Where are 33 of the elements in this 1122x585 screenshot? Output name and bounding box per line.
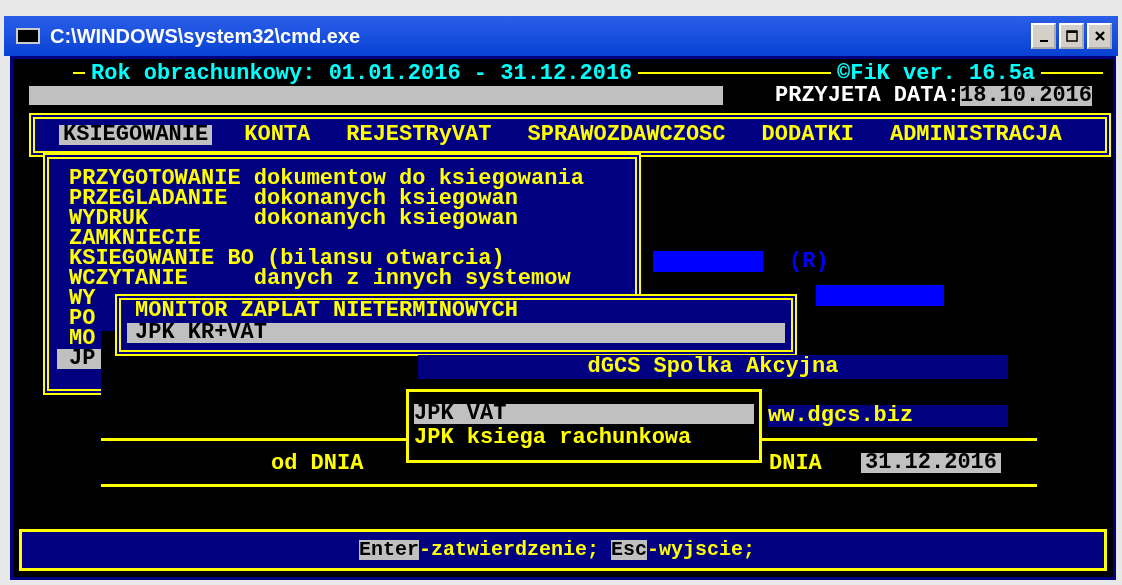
close-icon <box>1093 30 1106 42</box>
jpk-type-item[interactable]: JPK VAT <box>414 404 754 424</box>
key-hint: Enter <box>358 540 419 560</box>
submenu-item[interactable]: PRZYGOTOWANIE dokumentow do ksiegowania <box>57 169 584 189</box>
window-title: C:\WINDOWS\system32\cmd.exe <box>50 24 361 48</box>
key-hint: Esc <box>611 540 647 560</box>
submenu-item[interactable]: WCZYTANIE danych z innych systemow <box>57 269 571 289</box>
minimize-icon <box>1039 40 1048 42</box>
menu-item[interactable]: KSIEGOWANIE <box>59 125 213 145</box>
minimize-button[interactable] <box>1031 23 1056 49</box>
menu-item[interactable]: KONTA <box>240 125 315 145</box>
accepted-date-field: 18.10.2016 <box>960 86 1093 106</box>
to-date-field: 31.12.2016 <box>861 453 1002 473</box>
website-text: ww.dgcs.biz <box>768 405 1008 427</box>
menu-item[interactable]: REJESTRyVAT <box>342 125 496 145</box>
maximize-button[interactable] <box>1059 23 1084 49</box>
submenu-item[interactable]: WYDRUK dokonanych ksiegowan <box>57 209 518 229</box>
key-hint-text: -wyjscie; <box>647 540 756 560</box>
menu-item[interactable]: ADMINISTRACJA <box>885 125 1066 145</box>
submenu-item[interactable]: ZAMKNIECIE <box>57 229 254 249</box>
jpk-menu-item[interactable]: MONITOR ZAPLAT NIETERMINOWYCH <box>127 301 785 321</box>
console-icon <box>16 28 40 44</box>
jpk-type-item[interactable]: JPK ksiega rachunkowa <box>414 428 754 448</box>
company-name: dGCS Spolka Akcyjna <box>418 355 1008 379</box>
fiscal-year-period: Rok obrachunkowy: 01.01.2016 - 31.12.2016 <box>85 64 639 84</box>
menu-item[interactable]: SPRAWOZDAWCZOSC <box>523 125 730 145</box>
submenu-item[interactable]: KSIEGOWANIE BO (bilansu otwarcia) <box>57 249 505 269</box>
menu-item[interactable]: DODATKI <box>757 125 858 145</box>
maximize-icon <box>1065 30 1078 42</box>
submenu-item[interactable]: PRZEGLADANIE dokonanych ksiegowan <box>57 189 518 209</box>
key-hint-text: -zatwierdzenie; <box>418 540 599 560</box>
jpk-menu-item[interactable]: JPK KR+VAT <box>127 323 785 343</box>
close-button[interactable] <box>1087 23 1112 49</box>
